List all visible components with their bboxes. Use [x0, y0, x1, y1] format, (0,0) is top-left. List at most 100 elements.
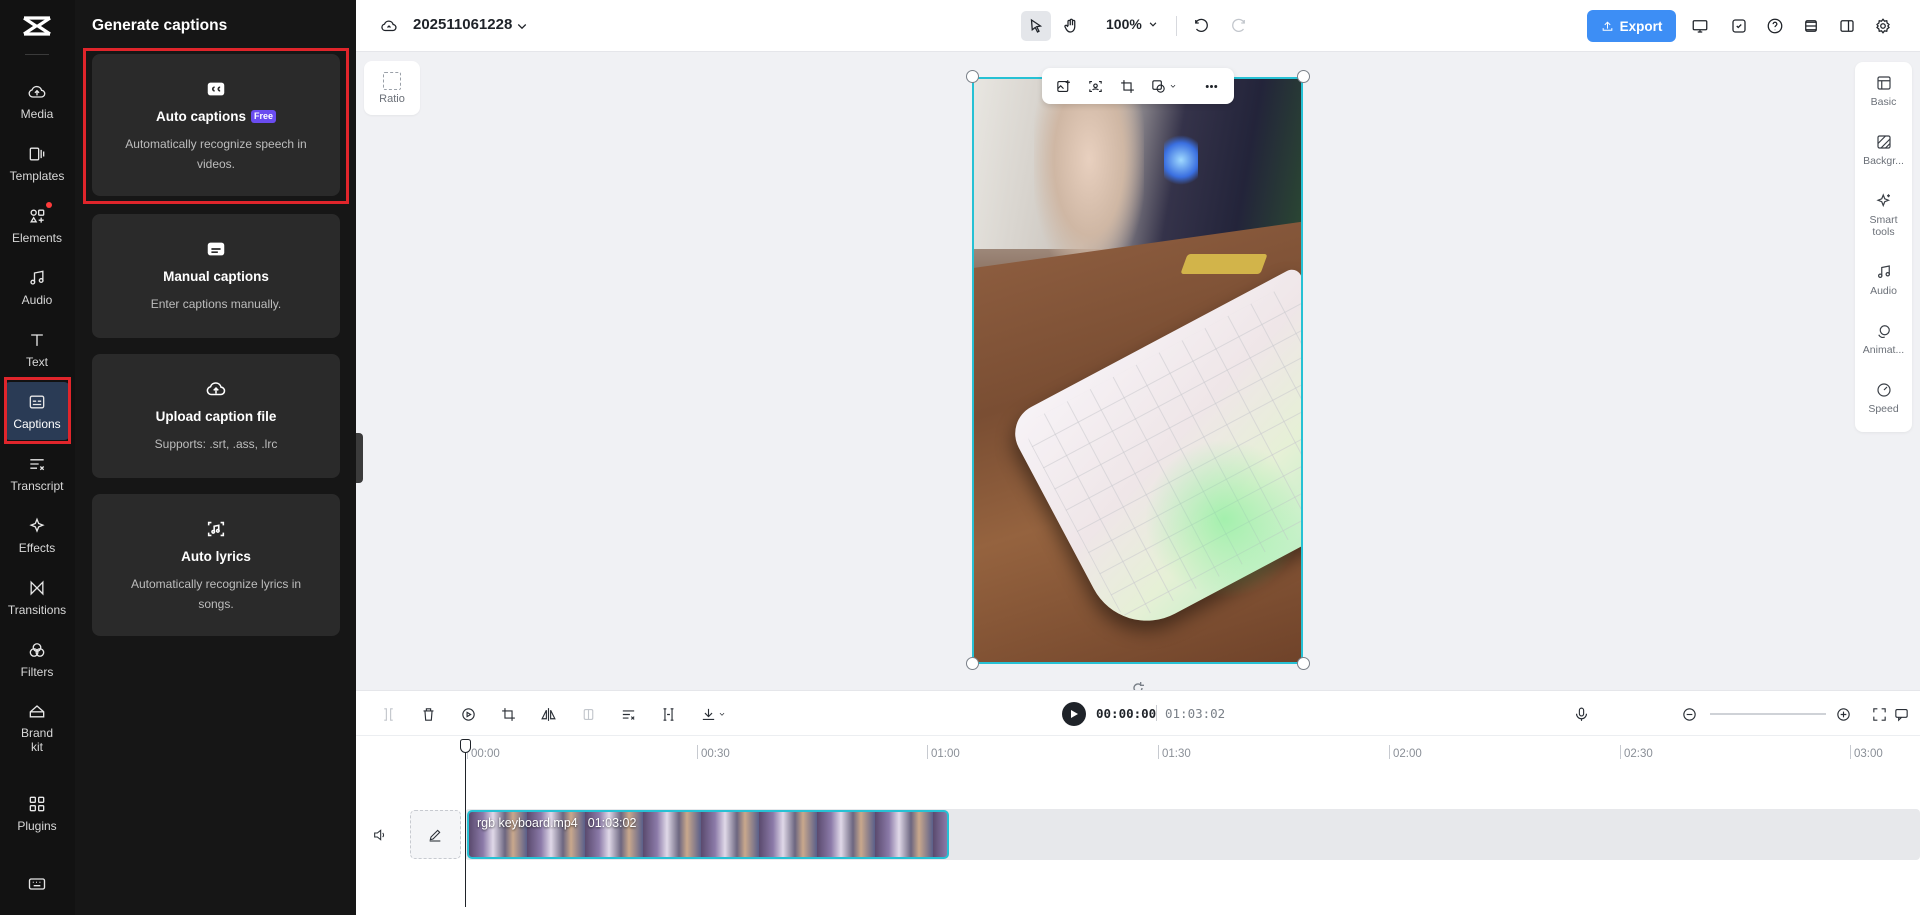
logo-divider	[25, 54, 49, 55]
prop-label: Basic	[1870, 96, 1897, 108]
crop-button[interactable]	[1116, 75, 1138, 97]
auto-lyrics-card[interactable]: Auto lyrics Automatically recognize lyri…	[92, 494, 340, 636]
image-plus-icon	[1056, 79, 1070, 92]
video-preview[interactable]	[972, 77, 1303, 664]
mask-dropdown[interactable]	[1166, 75, 1180, 97]
project-name[interactable]: 202511061228	[413, 16, 512, 33]
redo-button[interactable]	[1224, 11, 1254, 41]
comment-button[interactable]	[1890, 703, 1912, 725]
zoom-out-button[interactable]	[1678, 703, 1700, 725]
video-clip[interactable]: rgb keyboard.mp4 01:03:02	[467, 810, 949, 859]
cursor-arrow-icon	[1030, 18, 1043, 33]
nav-audio[interactable]: Audio	[4, 258, 70, 316]
nav-keyboard-shortcuts[interactable]	[4, 860, 70, 908]
prop-basic[interactable]: Basic	[1855, 74, 1912, 108]
chevron-down-icon	[1149, 22, 1157, 27]
monitor-icon	[1692, 20, 1708, 33]
ruler-label: 02:30	[1624, 748, 1653, 760]
play-circle-icon	[461, 707, 475, 721]
auto-reframe-button[interactable]	[657, 703, 679, 725]
manual-captions-card[interactable]: Manual captions Enter captions manually.	[92, 214, 340, 338]
crop-icon	[1120, 79, 1134, 93]
layers-button[interactable]	[1796, 11, 1826, 41]
prop-label: Smart tools	[1869, 214, 1898, 238]
prop-smart-tools[interactable]: Smart tools	[1855, 192, 1912, 238]
prop-animation[interactable]: Animat...	[1855, 322, 1912, 356]
cloud-sync-icon	[381, 20, 397, 32]
fullscreen-button[interactable]	[1868, 703, 1890, 725]
split-button[interactable]	[377, 703, 399, 725]
more-options-button[interactable]	[1200, 75, 1222, 97]
nav-templates[interactable]: Templates	[4, 134, 70, 192]
playhead-handle[interactable]	[460, 739, 471, 753]
nav-text[interactable]: Text	[4, 320, 70, 378]
capcut-logo-icon[interactable]	[20, 12, 54, 42]
upload-caption-file-card[interactable]: Upload caption file Supports: .srt, .ass…	[92, 354, 340, 478]
resize-handle-top-right[interactable]	[1297, 70, 1310, 83]
caption-tool-button[interactable]	[617, 703, 639, 725]
person-frame-icon	[1088, 80, 1102, 92]
track-mute-button[interactable]	[369, 826, 391, 844]
flip-icon	[540, 707, 556, 721]
prop-speed[interactable]: Speed	[1855, 381, 1912, 415]
card-desc: Automatically recognize lyrics in songs.	[130, 577, 302, 611]
panel-collapse-handle[interactable]	[356, 433, 363, 483]
resize-handle-top-left[interactable]	[966, 70, 979, 83]
nav-media[interactable]: Media	[4, 72, 70, 130]
nav-transitions[interactable]: Transitions	[4, 568, 70, 626]
speed-icon	[1876, 383, 1891, 397]
nav-elements[interactable]: Elements	[4, 196, 70, 254]
undo-button[interactable]	[1186, 11, 1216, 41]
present-button[interactable]	[1685, 11, 1715, 41]
flip-button[interactable]	[537, 703, 559, 725]
cloud-upload-icon	[206, 382, 226, 396]
nav-transcript[interactable]: Transcript	[4, 444, 70, 502]
delete-button[interactable]	[417, 703, 439, 725]
timeline-zoom-slider[interactable]	[1710, 713, 1826, 715]
layout-button[interactable]	[1832, 11, 1862, 41]
playhead[interactable]	[465, 740, 466, 907]
nav-label: Text	[25, 354, 48, 369]
mirror-button[interactable]	[577, 703, 599, 725]
remove-background-button[interactable]	[1084, 75, 1106, 97]
nav-captions[interactable]: Captions	[4, 382, 70, 440]
nav-brand-kit[interactable]: Brand kit	[4, 694, 70, 760]
select-tool-button[interactable]	[1021, 11, 1051, 41]
resize-handle-bottom-right[interactable]	[1297, 657, 1310, 670]
redo-icon	[1232, 18, 1245, 32]
card-desc: Enter captions manually.	[150, 297, 282, 311]
export-button[interactable]: Export	[1587, 10, 1676, 42]
download-button[interactable]	[697, 703, 729, 725]
nav-plugins[interactable]: Plugins	[4, 784, 70, 842]
nav-effects[interactable]: Effects	[4, 506, 70, 564]
cloud-sync-button[interactable]	[374, 11, 404, 41]
prop-label: Audio	[1870, 285, 1897, 297]
play-button[interactable]	[1062, 702, 1086, 726]
prop-background[interactable]: Backgr...	[1855, 133, 1912, 167]
record-voice-button[interactable]	[1570, 703, 1592, 725]
zoom-in-button[interactable]	[1832, 703, 1854, 725]
resize-handle-bottom-left[interactable]	[966, 657, 979, 670]
nav-filters[interactable]: Filters	[4, 630, 70, 688]
upload-icon	[1602, 20, 1612, 31]
crop-tool-button[interactable]	[497, 703, 519, 725]
replace-media-button[interactable]	[1052, 75, 1074, 97]
card-title-text: Upload caption file	[155, 409, 277, 424]
zoom-dropdown[interactable]: 100%	[1106, 16, 1160, 32]
rewards-button[interactable]	[1724, 11, 1754, 41]
edit-cover-button[interactable]	[424, 826, 446, 844]
transcript-icon	[622, 709, 635, 720]
nav-label: Elements	[11, 230, 63, 245]
split-panel-icon	[1840, 20, 1854, 32]
nav-label: Brand kit	[20, 725, 54, 754]
auto-captions-card[interactable]: Auto captions Free Automatically recogni…	[92, 54, 340, 196]
ratio-button[interactable]: Ratio	[364, 61, 420, 115]
property-rail: Basic Backgr... Smart tools Audio Animat…	[1855, 62, 1912, 432]
hand-tool-button[interactable]	[1056, 11, 1086, 41]
help-button[interactable]	[1760, 11, 1790, 41]
prop-audio[interactable]: Audio	[1855, 263, 1912, 297]
project-menu-button[interactable]	[507, 11, 537, 41]
prop-label: Speed	[1868, 403, 1899, 415]
freeze-frame-button[interactable]	[457, 703, 479, 725]
settings-button[interactable]	[1868, 11, 1898, 41]
